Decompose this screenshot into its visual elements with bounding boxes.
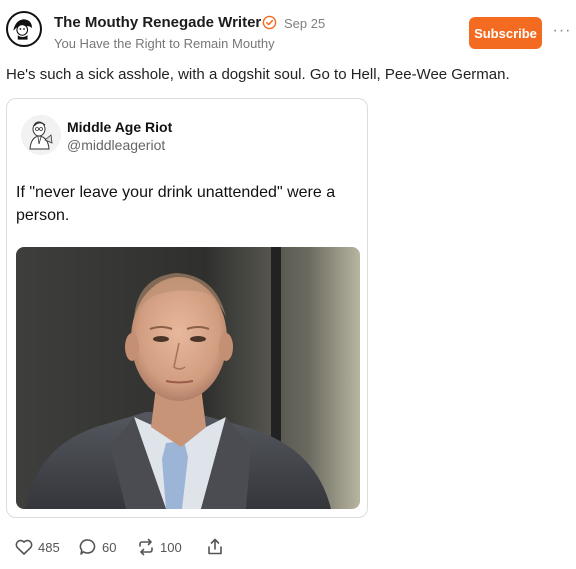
post-date[interactable]: Sep 25 <box>284 16 325 31</box>
embed-author-name[interactable]: Middle Age Riot <box>67 119 172 135</box>
like-button[interactable]: 485 <box>14 536 60 558</box>
share-button[interactable] <box>205 536 225 558</box>
publication-tagline: You Have the Right to Remain Mouthy <box>54 36 275 51</box>
embed-author-handle[interactable]: @middleageriot <box>67 137 165 153</box>
more-icon[interactable]: ··· <box>552 21 572 41</box>
restack-count: 100 <box>160 539 182 555</box>
publication-name[interactable]: The Mouthy Renegade Writer <box>54 14 261 31</box>
embed-text: If "never leave your drink unattended" w… <box>16 184 336 224</box>
comment-button[interactable]: 60 <box>78 536 116 558</box>
heart-icon <box>15 539 33 555</box>
post-body: He's such a sick asshole, with a dogshit… <box>6 66 510 83</box>
comment-count: 60 <box>102 539 117 555</box>
comment-icon <box>79 539 96 555</box>
embed-photo[interactable] <box>16 247 360 509</box>
embed-author-avatar[interactable] <box>21 115 61 155</box>
share-icon <box>208 538 222 555</box>
post-header: The Mouthy Renegade Writer Sep 25 You Ha… <box>0 0 576 60</box>
embedded-tweet[interactable]: Middle Age Riot @middleageriot If "never… <box>6 98 368 518</box>
like-count: 485 <box>38 539 60 555</box>
subscribe-button[interactable]: Subscribe <box>469 17 542 49</box>
restack-button[interactable]: 100 <box>136 536 182 558</box>
restack-icon <box>139 538 153 556</box>
post-actions: 485 60 100 <box>0 530 576 564</box>
verified-check-icon <box>262 15 277 30</box>
publication-avatar[interactable] <box>6 11 42 47</box>
